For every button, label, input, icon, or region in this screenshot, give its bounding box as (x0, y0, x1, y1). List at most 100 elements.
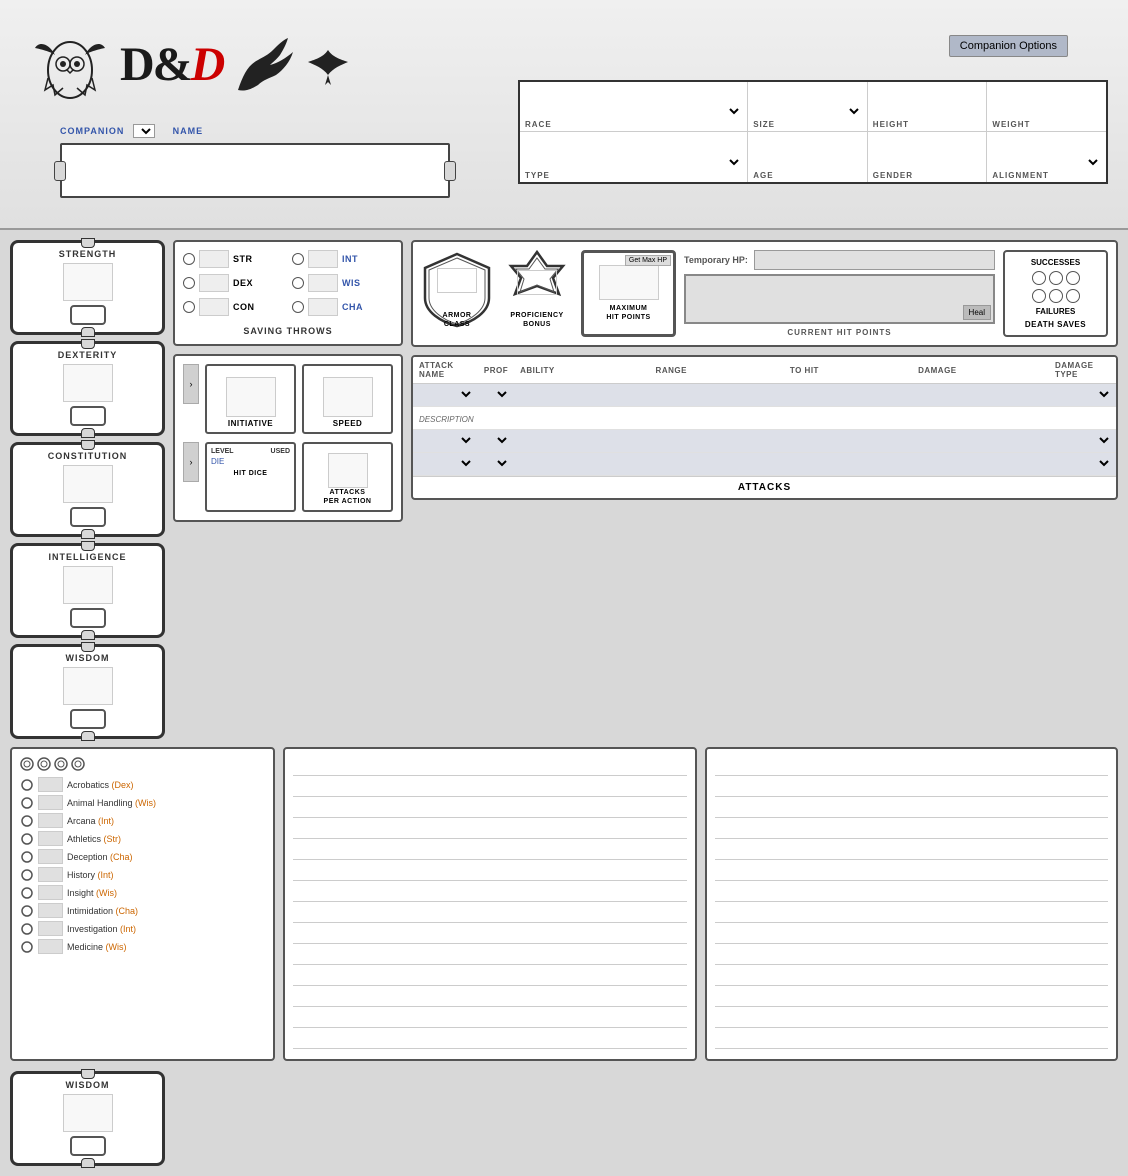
skill-circle-acrobatics[interactable] (20, 778, 34, 792)
skill-circle-athletics[interactable] (20, 832, 34, 846)
attack-tohit-input-2[interactable] (654, 433, 780, 448)
success-circle-2[interactable] (1049, 271, 1063, 285)
attack-name-3[interactable] (413, 453, 478, 476)
skill-circle-intimidation[interactable] (20, 904, 34, 918)
gender-value[interactable] (873, 153, 982, 171)
skill-circle-animal-handling[interactable] (20, 796, 34, 810)
attack-name-select-3[interactable] (417, 455, 474, 472)
speed-input[interactable] (323, 377, 373, 417)
companion-options-button[interactable]: Companion Options (949, 35, 1068, 57)
attacks-per-action-input[interactable] (328, 453, 368, 488)
intelligence-modifier[interactable] (70, 608, 106, 628)
attack-tohit-3[interactable] (650, 453, 784, 476)
wisdom-extra-value-input[interactable] (63, 1094, 113, 1132)
skill-score-history[interactable] (38, 867, 63, 882)
attack-range-input-1[interactable] (518, 387, 645, 402)
saving-throw-score-str[interactable] (199, 250, 229, 268)
temp-hp-input[interactable] (754, 250, 995, 270)
attack-tohit-input-1[interactable] (654, 387, 780, 402)
heal-button[interactable]: Heal (963, 305, 991, 320)
strength-value-input[interactable] (63, 263, 113, 301)
saving-throw-score-int[interactable] (308, 250, 338, 268)
attack-extra-2[interactable] (1049, 430, 1116, 453)
skill-score-animal-handling[interactable] (38, 795, 63, 810)
failure-circle-2[interactable] (1049, 289, 1063, 303)
skill-score-deception[interactable] (38, 849, 63, 864)
attack-tohit-2[interactable] (650, 430, 784, 453)
notes-content-2[interactable] (715, 757, 1109, 1049)
attack-name-2[interactable] (413, 430, 478, 453)
attack-damage-input-1[interactable] (788, 387, 908, 402)
size-select[interactable] (753, 104, 862, 118)
dexterity-value-input[interactable] (63, 364, 113, 402)
attack-name-1[interactable] (413, 384, 478, 407)
armor-class-input[interactable] (437, 268, 477, 293)
attack-damage-1[interactable] (784, 384, 912, 407)
saving-throw-score-cha[interactable] (308, 298, 338, 316)
get-max-hp-button[interactable]: Get Max HP (625, 255, 671, 266)
saving-throw-score-con[interactable] (199, 298, 229, 316)
attack-dmgtype-3[interactable] (912, 453, 1049, 476)
attack-dmgtype-input-1[interactable] (916, 387, 1045, 402)
skill-score-arcana[interactable] (38, 813, 63, 828)
skill-score-athletics[interactable] (38, 831, 63, 846)
attack-range-input-3[interactable] (518, 456, 645, 471)
attack-prof-select-1[interactable] (482, 386, 510, 403)
skill-score-intimidation[interactable] (38, 903, 63, 918)
skill-score-insight[interactable] (38, 885, 63, 900)
attack-dmgtype-input-3[interactable] (916, 456, 1045, 471)
success-circle-1[interactable] (1032, 271, 1046, 285)
attack-extra-select-3[interactable] (1053, 455, 1112, 472)
attack-extra-1[interactable] (1049, 384, 1116, 407)
skill-score-medicine[interactable] (38, 939, 63, 954)
attack-range-input-2[interactable] (518, 433, 645, 448)
alignment-select[interactable] (992, 155, 1101, 169)
proficiency-bonus-input[interactable] (517, 270, 557, 295)
failure-circle-3[interactable] (1066, 289, 1080, 303)
intelligence-value-input[interactable] (63, 566, 113, 604)
attack-name-select-2[interactable] (417, 432, 474, 449)
wisdom-value-input[interactable] (63, 667, 113, 705)
attack-damage-3[interactable] (784, 453, 912, 476)
attack-damage-2[interactable] (784, 430, 912, 453)
attack-name-select-1[interactable] (417, 386, 474, 403)
notes-content-1[interactable] (293, 757, 687, 1049)
attack-extra-select-1[interactable] (1053, 386, 1112, 403)
attack-prof-2[interactable] (478, 430, 514, 453)
attack-dmgtype-2[interactable] (912, 430, 1049, 453)
attack-extra-3[interactable] (1049, 453, 1116, 476)
initiative-input[interactable] (226, 377, 276, 417)
success-circle-3[interactable] (1066, 271, 1080, 285)
strength-modifier[interactable] (70, 305, 106, 325)
attack-prof-1[interactable] (478, 384, 514, 407)
attack-damage-input-2[interactable] (788, 433, 908, 448)
attack-prof-select-3[interactable] (482, 455, 510, 472)
current-hp-input[interactable] (686, 276, 993, 322)
skill-circle-medicine[interactable] (20, 940, 34, 954)
skill-circle-deception[interactable] (20, 850, 34, 864)
saving-throw-score-wis[interactable] (308, 274, 338, 292)
skill-circle-investigation[interactable] (20, 922, 34, 936)
expand-initiative-btn[interactable]: › (183, 364, 199, 404)
companion-select[interactable] (133, 124, 155, 138)
wisdom-modifier[interactable] (70, 709, 106, 729)
attack-dmgtype-input-2[interactable] (916, 433, 1045, 448)
skill-circle-arcana[interactable] (20, 814, 34, 828)
attack-dmgtype-1[interactable] (912, 384, 1049, 407)
expand-hitdice-btn[interactable]: › (183, 442, 199, 482)
attack-range-2[interactable] (514, 430, 649, 453)
constitution-value-input[interactable] (63, 465, 113, 503)
skill-score-investigation[interactable] (38, 921, 63, 936)
failure-circle-1[interactable] (1032, 289, 1046, 303)
race-select[interactable] (525, 104, 742, 118)
attack-prof-3[interactable] (478, 453, 514, 476)
skill-score-acrobatics[interactable] (38, 777, 63, 792)
attack-range-1[interactable] (514, 384, 649, 407)
attack-extra-select-2[interactable] (1053, 432, 1112, 449)
wisdom-extra-modifier[interactable] (70, 1136, 106, 1156)
attack-tohit-input-3[interactable] (654, 456, 780, 471)
constitution-modifier[interactable] (70, 507, 106, 527)
age-value[interactable] (753, 153, 862, 171)
attack-tohit-1[interactable] (650, 384, 784, 407)
type-select[interactable] (525, 155, 742, 169)
